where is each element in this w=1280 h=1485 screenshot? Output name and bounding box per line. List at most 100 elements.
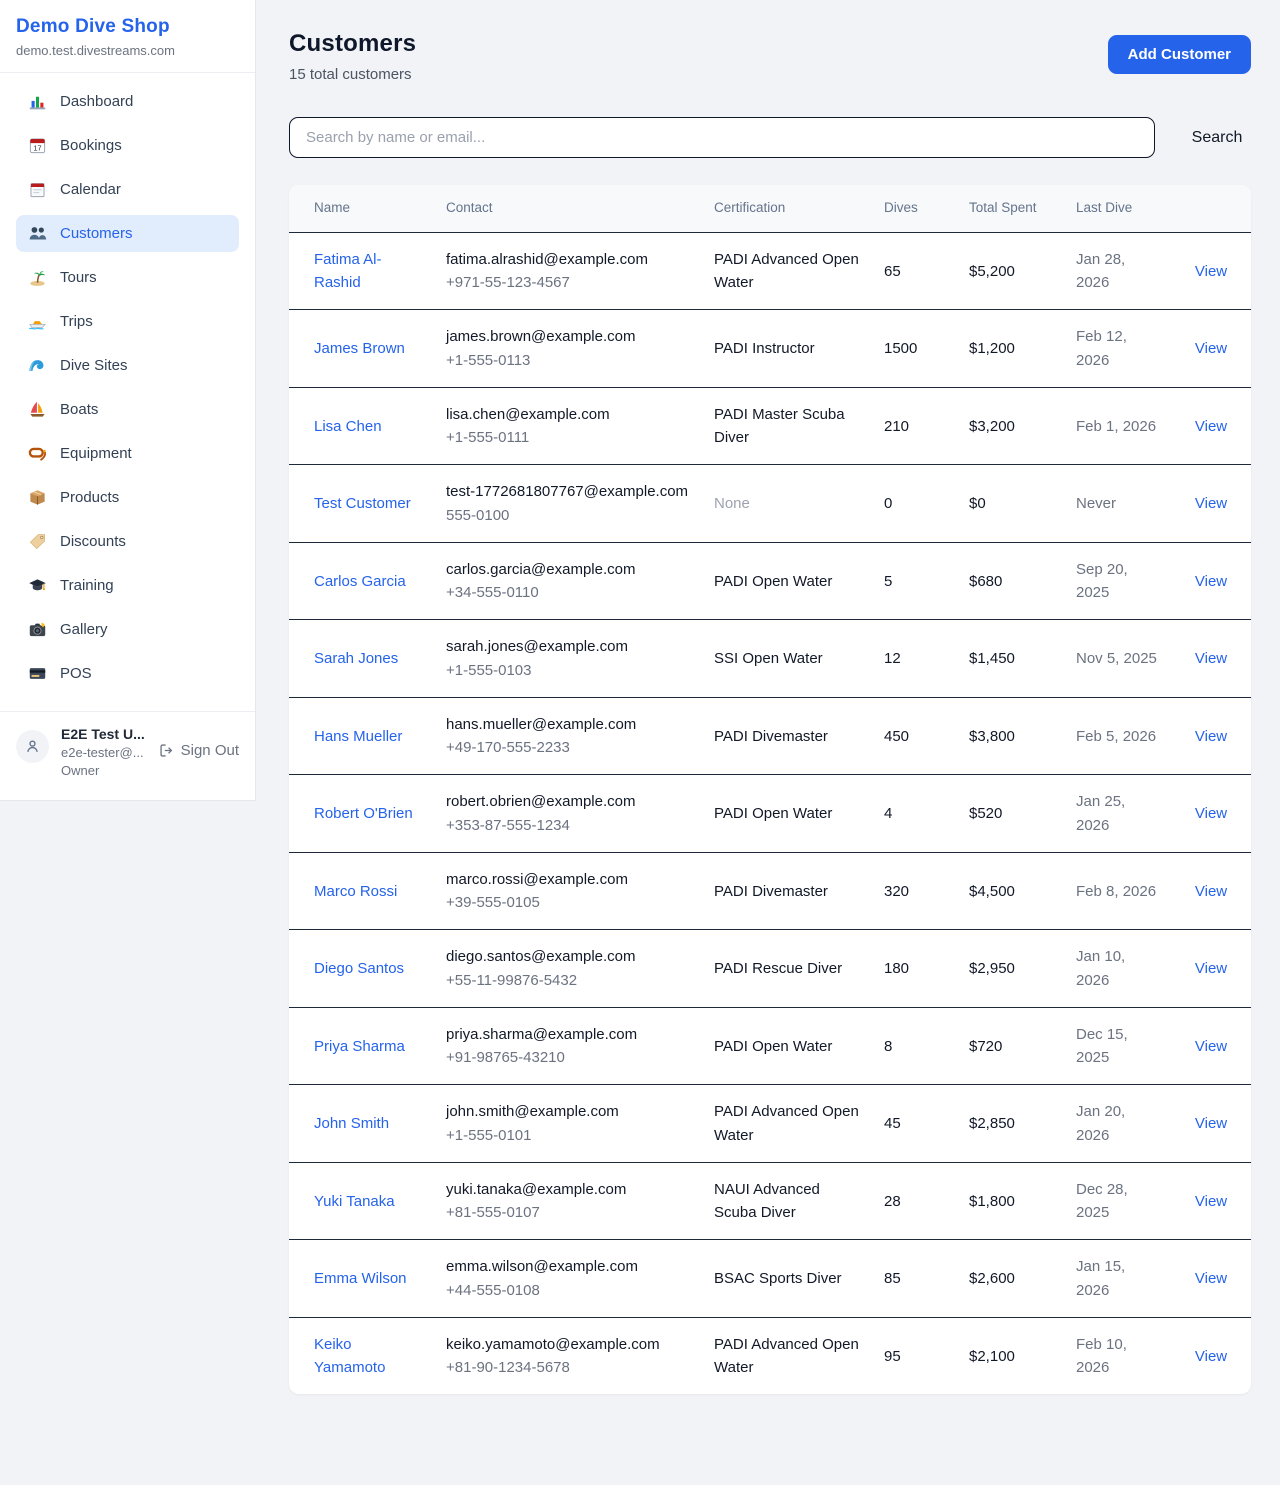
customer-phone: +34-555-0110 bbox=[446, 581, 690, 604]
dives-count: 4 bbox=[872, 775, 957, 853]
sign-out-icon bbox=[159, 743, 174, 758]
customer-name-link[interactable]: Keiko Yamamoto bbox=[314, 1336, 385, 1376]
certification: PADI Divemaster bbox=[702, 852, 872, 930]
total-spent: $720 bbox=[957, 1007, 1064, 1085]
view-link[interactable]: View bbox=[1195, 495, 1227, 512]
sidebar-item-pos[interactable]: POS bbox=[16, 655, 239, 692]
view-link[interactable]: View bbox=[1195, 883, 1227, 900]
sidebar-item-boats[interactable]: Boats bbox=[16, 391, 239, 428]
column-header: Contact bbox=[434, 185, 702, 232]
sidebar-item-trips[interactable]: Trips bbox=[16, 303, 239, 340]
sidebar-item-tours[interactable]: Tours bbox=[16, 259, 239, 296]
page-title: Customers bbox=[289, 30, 416, 58]
view-link[interactable]: View bbox=[1195, 1193, 1227, 1210]
customer-phone: +81-555-0107 bbox=[446, 1201, 690, 1224]
customer-name-link[interactable]: Lisa Chen bbox=[314, 418, 382, 435]
sidebar-item-equipment[interactable]: Equipment bbox=[16, 435, 239, 472]
last-dive: Never bbox=[1064, 465, 1171, 543]
customer-name-link[interactable]: Robert O'Brien bbox=[314, 805, 413, 822]
sidebar-item-calendar[interactable]: Calendar bbox=[16, 171, 239, 208]
main-content: Customers 15 total customers Add Custome… bbox=[256, 0, 1280, 1485]
view-link[interactable]: View bbox=[1195, 1270, 1227, 1287]
customer-name-link[interactable]: Hans Mueller bbox=[314, 728, 402, 745]
view-link[interactable]: View bbox=[1195, 728, 1227, 745]
customer-name-link[interactable]: Test Customer bbox=[314, 495, 411, 512]
column-header: Name bbox=[289, 185, 434, 232]
dives-count: 12 bbox=[872, 620, 957, 698]
view-link[interactable]: View bbox=[1195, 960, 1227, 977]
customer-email: yuki.tanaka@example.com bbox=[446, 1178, 690, 1201]
customer-name-link[interactable]: James Brown bbox=[314, 340, 405, 357]
last-dive: Feb 12, 2026 bbox=[1064, 310, 1171, 388]
last-dive: Jan 28, 2026 bbox=[1064, 232, 1171, 310]
brand-block: Demo Dive Shop demo.test.divestreams.com bbox=[0, 0, 255, 73]
view-link[interactable]: View bbox=[1195, 650, 1227, 667]
customer-count: 15 total customers bbox=[289, 66, 416, 83]
table-row: Robert O'Brienrobert.obrien@example.com+… bbox=[289, 775, 1251, 853]
view-link[interactable]: View bbox=[1195, 805, 1227, 822]
view-link[interactable]: View bbox=[1195, 263, 1227, 280]
certification: PADI Master Scuba Diver bbox=[702, 387, 872, 465]
package-icon bbox=[28, 488, 47, 507]
search-input[interactable] bbox=[289, 117, 1155, 158]
view-link[interactable]: View bbox=[1195, 340, 1227, 357]
customer-email: marco.rossi@example.com bbox=[446, 868, 690, 891]
sidebar-item-dive-sites[interactable]: Dive Sites bbox=[16, 347, 239, 384]
column-header bbox=[1171, 185, 1251, 232]
dives-count: 8 bbox=[872, 1007, 957, 1085]
sidebar-item-label: Training bbox=[60, 577, 114, 594]
user-meta: E2E Test U... e2e-tester@... Owner bbox=[61, 726, 147, 778]
customer-name-link[interactable]: John Smith bbox=[314, 1115, 389, 1132]
add-customer-button[interactable]: Add Customer bbox=[1108, 35, 1251, 74]
customer-email: test-1772681807767@example.com bbox=[446, 480, 690, 503]
certification: PADI Open Water bbox=[702, 542, 872, 620]
certification: PADI Open Water bbox=[702, 775, 872, 853]
search-button[interactable]: Search bbox=[1155, 129, 1251, 147]
customer-name-link[interactable]: Emma Wilson bbox=[314, 1270, 407, 1287]
customer-name-link[interactable]: Fatima Al-Rashid bbox=[314, 251, 382, 291]
customer-name-link[interactable]: Diego Santos bbox=[314, 960, 404, 977]
customer-name-link[interactable]: Priya Sharma bbox=[314, 1038, 405, 1055]
view-link[interactable]: View bbox=[1195, 1115, 1227, 1132]
sidebar-item-customers[interactable]: Customers bbox=[16, 215, 239, 252]
view-link[interactable]: View bbox=[1195, 418, 1227, 435]
sidebar-item-label: Bookings bbox=[60, 137, 122, 154]
person-icon bbox=[24, 738, 41, 755]
dives-count: 5 bbox=[872, 542, 957, 620]
table-row: Carlos Garcia carlos.garcia@example.com+3… bbox=[289, 542, 1251, 620]
sidebar-item-training[interactable]: Training bbox=[16, 567, 239, 604]
sign-out-button[interactable]: Sign Out bbox=[159, 742, 239, 759]
total-spent: $2,950 bbox=[957, 930, 1064, 1008]
total-spent: $2,600 bbox=[957, 1240, 1064, 1318]
customer-name-link[interactable]: Sarah Jones bbox=[314, 650, 398, 667]
sidebar-item-label: Calendar bbox=[60, 181, 121, 198]
dive-mask-icon bbox=[28, 444, 47, 463]
sidebar-item-dashboard[interactable]: Dashboard bbox=[16, 83, 239, 120]
column-header: Dives bbox=[872, 185, 957, 232]
table-row: Sarah Jonessarah.jones@example.com+1-555… bbox=[289, 620, 1251, 698]
customer-email: carlos.garcia@example.com bbox=[446, 558, 690, 581]
sidebar-item-products[interactable]: Products bbox=[16, 479, 239, 516]
certification: PADI Advanced Open Water bbox=[702, 232, 872, 310]
customer-name-link[interactable]: Carlos Garcia bbox=[314, 573, 406, 590]
customer-email: sarah.jones@example.com bbox=[446, 635, 690, 658]
dives-count: 180 bbox=[872, 930, 957, 1008]
sidebar-item-discounts[interactable]: Discounts bbox=[16, 523, 239, 560]
view-link[interactable]: View bbox=[1195, 1348, 1227, 1365]
customer-email: priya.sharma@example.com bbox=[446, 1023, 690, 1046]
customer-name-link[interactable]: Marco Rossi bbox=[314, 883, 397, 900]
view-link[interactable]: View bbox=[1195, 1038, 1227, 1055]
sidebar: Demo Dive Shop demo.test.divestreams.com… bbox=[0, 0, 256, 801]
shop-domain: demo.test.divestreams.com bbox=[16, 43, 239, 58]
customer-phone: +44-555-0108 bbox=[446, 1279, 690, 1302]
island-icon bbox=[28, 268, 47, 287]
certification: PADI Instructor bbox=[702, 310, 872, 388]
user-role: Owner bbox=[61, 763, 147, 778]
user-email: e2e-tester@... bbox=[61, 745, 147, 760]
customers-table-card: NameContactCertificationDivesTotal Spent… bbox=[289, 185, 1251, 1394]
view-link[interactable]: View bbox=[1195, 573, 1227, 590]
shop-name: Demo Dive Shop bbox=[16, 16, 239, 38]
customer-name-link[interactable]: Yuki Tanaka bbox=[314, 1193, 395, 1210]
sidebar-item-gallery[interactable]: Gallery bbox=[16, 611, 239, 648]
sidebar-item-bookings[interactable]: 17Bookings bbox=[16, 127, 239, 164]
